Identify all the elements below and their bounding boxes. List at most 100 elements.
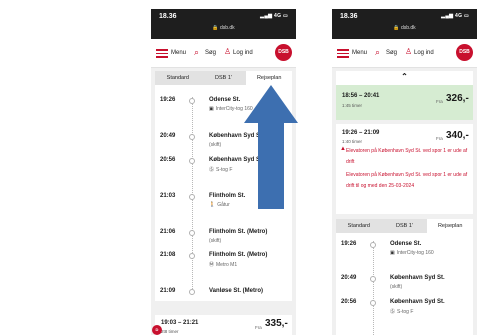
stop-detail: ▣ InterCity-tog 160 (390, 250, 434, 256)
status-time: 18.36 (159, 13, 177, 20)
stop-station: Flintholm St. (209, 193, 246, 199)
price-from-label: Fra (255, 325, 262, 330)
top-nav: Menu ⌕ Søg ♙ Log ind DSB (151, 39, 296, 68)
search-label[interactable]: Søg (386, 50, 397, 56)
signal-indicator: ▂▄▆ 4G ▭ (441, 13, 469, 19)
stop-station: Vanløse St. (Metro) (209, 288, 264, 294)
stop-detail: Ⓢ S-tog F (390, 309, 414, 315)
stop-time: 19:26 (160, 97, 176, 103)
hamburger-icon[interactable] (156, 49, 168, 58)
stop-station: København Syd St. (390, 299, 445, 305)
signal-indicator: ▂▄▆ 4G ▭ (260, 13, 288, 19)
status-bar: 18.36 ▂▄▆ 4G ▭ 🔒 dsb.dk (151, 9, 296, 39)
url-text: dsb.dk (400, 25, 416, 31)
tab-dsb1[interactable]: DSB 1' (201, 71, 247, 85)
trip-option-selected[interactable]: 18:56 – 20:41 1:45 timer Fra 326,- (336, 85, 473, 120)
ticket-tabs: Standard DSB 1' Rejseplan (336, 219, 474, 233)
chevron-up-icon[interactable]: ⌃ (336, 72, 473, 81)
login-label[interactable]: Log ind (414, 50, 434, 56)
tab-rejseplan[interactable]: Rejseplan (427, 219, 474, 233)
stop-time: 20:56 (160, 157, 176, 163)
stop-station: København Syd St. (209, 157, 264, 163)
train-icon: ▣ (390, 250, 395, 256)
stop-detail: (skift) (390, 284, 403, 290)
status-time: 18.36 (340, 13, 358, 20)
top-nav: Menu ⌕ Søg ♙ Log ind DSB (332, 39, 477, 68)
tab-standard[interactable]: Standard (336, 219, 382, 233)
stop-station: København Syd St. (390, 275, 445, 281)
stop-dot (370, 300, 376, 306)
stop-dot (370, 276, 376, 282)
trip-option[interactable]: 19:26 – 21:09 1:40 timer Fra 340,- ▲ Ele… (336, 124, 473, 214)
trip-times: 18:56 – 20:41 (342, 93, 380, 99)
stop-station: Flintholm St. (Metro) (209, 252, 268, 258)
stop-dot (189, 134, 195, 140)
stop-station: Flintholm St. (Metro) (209, 229, 268, 235)
trip-price: 326,- (446, 93, 469, 104)
tab-dsb1[interactable]: DSB 1' (382, 219, 428, 233)
trip-duration: 1:45 timer (342, 103, 363, 108)
warning-message: Elevatoren på København Syd St. ved spor… (346, 172, 468, 189)
dsb-logo[interactable]: DSB (456, 44, 473, 61)
address-bar[interactable]: 🔒 dsb.dk (151, 25, 296, 31)
user-icon[interactable]: ♙ (405, 47, 412, 57)
dsb-logo[interactable]: DSB (275, 44, 292, 61)
stop-detail: 🚶 Gåtur (209, 202, 230, 208)
hamburger-icon[interactable] (337, 49, 349, 58)
stop-time: 19:26 (341, 241, 357, 247)
stop-station: Odense St. (209, 97, 241, 103)
stop-detail: (skift) (209, 142, 222, 148)
stop-time: 20:56 (341, 299, 357, 305)
address-bar[interactable]: 🔒 dsb.dk (332, 25, 477, 31)
search-icon[interactable]: ⌕ (375, 47, 380, 57)
price-from-label: Fra (436, 136, 443, 141)
stop-station: København Syd St. (209, 133, 264, 139)
stop-dot (370, 242, 376, 248)
menu-label[interactable]: Menu (352, 50, 367, 56)
stop-detail: (skift) (209, 238, 222, 244)
stop-time: 21:09 (160, 288, 176, 294)
trip-times: 19:26 – 21:09 (342, 130, 380, 136)
stop-dot (189, 158, 195, 164)
search-label[interactable]: Søg (205, 50, 216, 56)
stop-dot (189, 98, 195, 104)
metro-icon: Ⓜ (209, 262, 215, 268)
s-train-icon: Ⓢ (209, 167, 215, 173)
warning-message: Elevatoren på København Syd St. ved spor… (346, 148, 468, 165)
stop-row: 20:56 København Syd St. Ⓢ S-tog F (336, 299, 473, 329)
s-train-icon: Ⓢ (390, 309, 396, 315)
search-icon[interactable]: ⌕ (194, 47, 199, 57)
tab-standard[interactable]: Standard (155, 71, 201, 85)
phone-screen-right: 18.36 ▂▄▆ 4G ▭ 🔒 dsb.dk Menu ⌕ Søg ♙ Log… (332, 9, 477, 335)
ticket-tabs: Standard DSB 1' Rejseplan (155, 71, 293, 85)
walk-icon: 🚶 (209, 202, 216, 208)
stop-row: 21:08 Flintholm St. (Metro) Ⓜ Metro M1 (155, 252, 292, 282)
stop-dot (189, 194, 195, 200)
stop-detail: Ⓜ Metro M1 (209, 262, 238, 268)
train-icon: ▣ (209, 106, 214, 112)
stop-detail: Ⓢ S-tog F (209, 167, 233, 173)
chat-badge-icon[interactable]: D (152, 325, 162, 335)
tab-rejseplan[interactable]: Rejseplan (246, 71, 293, 85)
user-icon[interactable]: ♙ (224, 47, 231, 57)
collapse-bar[interactable]: ⌃ (336, 71, 473, 85)
stop-row: 21:09 Vanløse St. (Metro) (155, 288, 292, 300)
trip-price: 335,- (265, 318, 288, 329)
login-label[interactable]: Log ind (233, 50, 253, 56)
stop-time: 20:49 (160, 133, 176, 139)
trip-times: 19:03 – 21:21 (161, 320, 199, 326)
menu-label[interactable]: Menu (171, 50, 186, 56)
url-text: dsb.dk (219, 25, 235, 31)
stop-dot (189, 289, 195, 295)
stop-station: Odense St. (390, 241, 422, 247)
price-from-label: Fra (436, 99, 443, 104)
stop-dot (189, 230, 195, 236)
trip-duration: 2t8 timer (161, 329, 179, 334)
status-bar: 18.36 ▂▄▆ 4G ▭ 🔒 dsb.dk (332, 9, 477, 39)
stop-time: 21:03 (160, 193, 176, 199)
journey-details: 19:26 Odense St. ▣ InterCity-tog 160 20:4… (336, 233, 473, 335)
trip-option[interactable]: 19:03 – 21:21 2t8 timer Fra 335,- (155, 315, 292, 335)
annotation-arrow-shaft (258, 122, 284, 209)
stop-time: 21:06 (160, 229, 176, 235)
trip-price: 340,- (446, 130, 469, 141)
